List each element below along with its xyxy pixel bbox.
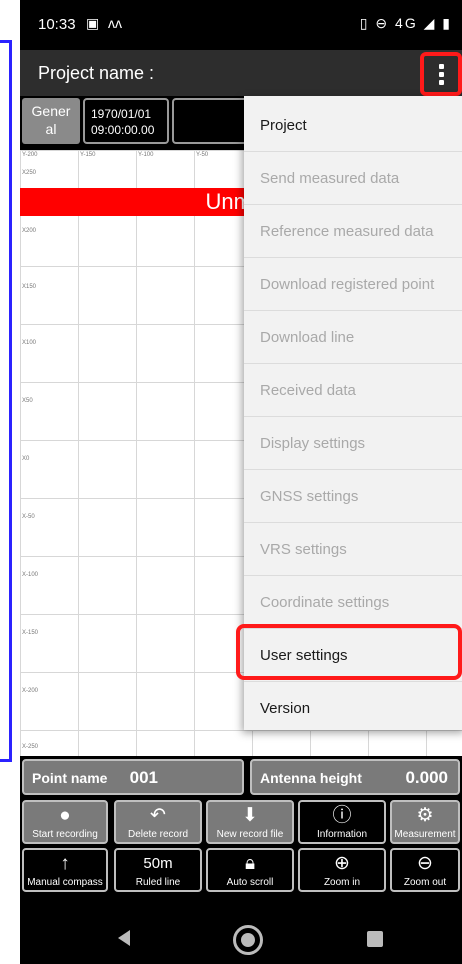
undo-icon: ↶ <box>150 805 166 826</box>
menu-item-project[interactable]: Project <box>244 99 462 152</box>
zoom-in-label: Zoom in <box>323 877 361 888</box>
measurement-button[interactable]: ⚙ Measurement <box>390 800 460 844</box>
auto-scroll-label: Auto scroll <box>226 877 274 888</box>
auto-scroll-button[interactable]: 🔒︎ Auto scroll <box>206 848 294 892</box>
screen: 10:33 ▣ ʌʌ ▯ ⊖ 4G ◢ ▮ Project name : Gen… <box>0 0 462 964</box>
new-record-file-label: New record file <box>216 829 284 840</box>
time-text: 09:00:00.00 <box>91 123 155 137</box>
y-tick: X200 <box>22 228 37 234</box>
back-icon[interactable] <box>118 930 130 946</box>
manual-compass-label: Manual compass <box>27 877 103 888</box>
user-settings-highlight <box>236 624 462 680</box>
bottom-panel: Point name 001 Antenna height 0.000 ● St… <box>20 756 462 916</box>
information-button[interactable]: ⓘ Information <box>298 800 386 844</box>
network-type: 4G <box>395 15 418 31</box>
menu-item-received-data: Received data <box>244 364 462 417</box>
point-name-value: 001 <box>129 768 158 787</box>
gear-icon: ⚙ <box>416 805 434 826</box>
image-icon: ▣ <box>86 15 100 31</box>
notification-icon: ʌʌ <box>108 15 122 31</box>
status-right-icons: ▯ ⊖ 4G ◢ ▮ <box>360 15 452 32</box>
antenna-height-field[interactable]: Antenna height 0.000 <box>250 759 460 795</box>
save-file-icon: ⬇ <box>242 805 258 826</box>
measurement-label: Measurement <box>394 829 456 840</box>
zoom-in-button[interactable]: ⊕ Zoom in <box>298 848 386 892</box>
more-vert-dot <box>438 71 444 77</box>
new-record-file-button[interactable]: ⬇ New record file <box>206 800 294 844</box>
menu-item-vrs-settings: VRS settings <box>244 523 462 576</box>
more-vert-icon <box>438 63 444 69</box>
start-recording-button[interactable]: ● Start recording <box>22 800 108 844</box>
x-tick: Y-150 <box>80 152 96 158</box>
start-recording-label: Start recording <box>32 829 98 840</box>
menu-item-reference-measured-data: Reference measured data <box>244 205 462 258</box>
more-vert-dot <box>438 79 444 85</box>
information-label: Information <box>316 829 368 840</box>
delete-record-label: Delete record <box>127 829 189 840</box>
date-text: 1970/01/01 <box>91 107 152 121</box>
zoom-out-label: Zoom out <box>403 877 447 888</box>
menu-item-download-registered-point: Download registered point <box>244 258 462 311</box>
point-name-label: Point name <box>32 770 108 786</box>
datetime-box: 1970/01/01 09:00:00.00 <box>83 98 169 144</box>
general-label: Gener al <box>31 103 71 137</box>
page-title: Project name : <box>38 63 155 83</box>
general-button[interactable]: Gener al <box>22 98 80 144</box>
antenna-height-label: Antenna height <box>260 770 362 786</box>
annotation-frame <box>0 40 12 762</box>
y-tick: X0 <box>22 456 30 462</box>
status-time: 10:33 <box>38 16 76 33</box>
x-tick: Y-100 <box>138 152 154 158</box>
y-tick: X-100 <box>22 572 39 578</box>
zoom-out-button[interactable]: ⊖ Zoom out <box>390 848 460 892</box>
x-tick: Y-200 <box>22 152 38 158</box>
vibrate-icon: ▯ <box>359 15 370 31</box>
point-name-field[interactable]: Point name 001 <box>22 759 244 795</box>
y-tick: X-250 <box>22 744 39 750</box>
menu-item-gnss-settings: GNSS settings <box>244 470 462 523</box>
y-tick: X250 <box>22 170 37 176</box>
x-tick: Y-50 <box>196 152 209 158</box>
recents-icon[interactable] <box>367 931 383 947</box>
dnd-icon: ⊖ <box>375 15 390 31</box>
menu-item-coordinate-settings: Coordinate settings <box>244 576 462 629</box>
y-tick: X100 <box>22 340 37 346</box>
menu-item-send-measured-data: Send measured data <box>244 152 462 205</box>
arrow-up-icon: ↑ <box>60 853 70 874</box>
ruled-line-button[interactable]: 50m Ruled line <box>114 848 202 892</box>
y-tick: X50 <box>22 398 33 404</box>
antenna-height-value: 0.000 <box>405 768 448 787</box>
menu-item-display-settings: Display settings <box>244 417 462 470</box>
status-bar: 10:33 ▣ ʌʌ ▯ ⊖ 4G ◢ ▮ <box>20 0 462 50</box>
info-icon: ⓘ <box>332 805 352 826</box>
battery-icon: ▮ <box>442 15 452 31</box>
delete-record-button[interactable]: ↶ Delete record <box>114 800 202 844</box>
zoom-out-icon: ⊖ <box>417 853 433 874</box>
y-tick: X-50 <box>22 514 35 520</box>
signal-icon: ◢ <box>423 15 437 31</box>
ruled-line-value: 50m <box>143 855 173 872</box>
system-nav-bar <box>20 916 462 964</box>
lock-icon: 🔒︎ <box>244 853 256 874</box>
zoom-in-icon: ⊕ <box>334 853 350 874</box>
y-tick: X-200 <box>22 688 39 694</box>
y-tick: X150 <box>22 284 37 290</box>
overflow-menu-button[interactable] <box>420 52 462 96</box>
phone-screen: 10:33 ▣ ʌʌ ▯ ⊖ 4G ◢ ▮ Project name : Gen… <box>20 0 462 964</box>
y-tick: X-150 <box>22 630 39 636</box>
manual-compass-button[interactable]: ↑ Manual compass <box>22 848 108 892</box>
menu-item-version[interactable]: Version <box>244 682 462 735</box>
menu-item-download-line: Download line <box>244 311 462 364</box>
app-bar: Project name : <box>20 50 462 96</box>
home-icon[interactable] <box>233 925 263 955</box>
ruled-line-label: Ruled line <box>135 877 181 888</box>
record-icon: ● <box>59 805 71 826</box>
